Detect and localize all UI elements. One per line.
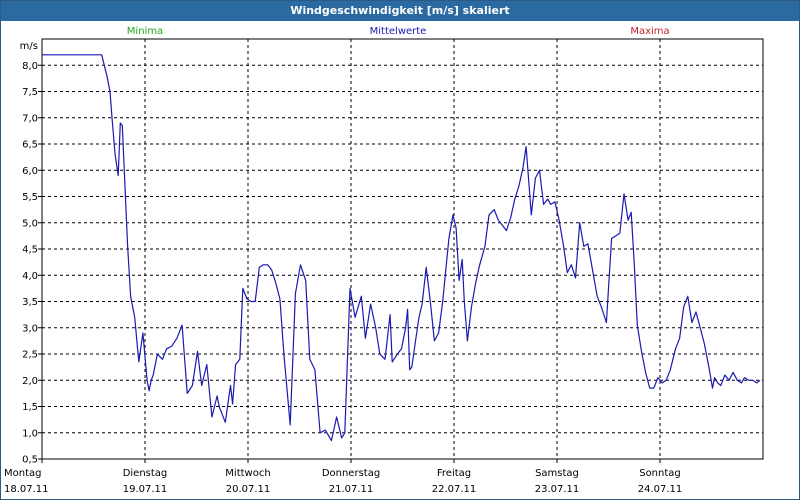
y-tick-label: 3,0 xyxy=(22,323,38,334)
y-axis-unit-label: m/s xyxy=(20,41,38,52)
x-date-label: 19.07.11 xyxy=(123,484,168,495)
y-tick-label: 2,5 xyxy=(22,350,38,361)
y-tick-label: 7,0 xyxy=(22,113,38,124)
x-date-label: 21.07.11 xyxy=(329,484,374,495)
x-day-label: Sonntag xyxy=(639,468,681,479)
x-axis-labels: Montag 18.07.11 Dienstag 19.07.11 Mittwoch 20… xyxy=(4,459,682,495)
grid xyxy=(42,39,763,459)
x-date-label: 24.07.11 xyxy=(638,484,683,495)
y-tick-label: 0,5 xyxy=(22,455,38,466)
x-date-label: 22.07.11 xyxy=(432,484,477,495)
y-tick-label: 5,0 xyxy=(22,218,38,229)
series-layer xyxy=(42,54,761,442)
wind-speed-chart: Minima Mittelwerte Maxima m/s 0,5 1,0 1,5 2… xyxy=(4,26,764,495)
y-axis-ticks: 0,5 1,0 1,5 2,0 2,5 3,0 3,5 4,0 4,5 5,0 5,5 6,0 6,5 7… xyxy=(22,61,42,466)
x-date-label: 23.07.11 xyxy=(535,484,580,495)
y-tick-label: 6,5 xyxy=(22,140,38,151)
y-tick-label: 1,0 xyxy=(22,428,38,439)
y-tick-label: 4,0 xyxy=(22,271,38,282)
legend-maxima[interactable]: Maxima xyxy=(630,26,669,37)
x-day-label: Donnerstag xyxy=(322,468,380,479)
series-line-mittelwerte xyxy=(42,54,761,442)
x-date-label: 18.07.11 xyxy=(4,484,49,495)
y-tick-label: 6,0 xyxy=(22,166,38,177)
y-tick-label: 2,0 xyxy=(22,376,38,387)
legend-mittelwerte[interactable]: Mittelwerte xyxy=(370,26,427,37)
legend-minima[interactable]: Minima xyxy=(127,26,163,37)
x-day-label: Samstag xyxy=(535,468,579,479)
y-tick-label: 5,5 xyxy=(22,192,38,203)
y-tick-label: 8,0 xyxy=(22,61,38,72)
x-day-label: Montag xyxy=(4,468,41,479)
y-tick-label: 3,5 xyxy=(22,297,38,308)
y-tick-label: 1,5 xyxy=(22,402,38,413)
y-tick-label: 4,5 xyxy=(22,245,38,256)
y-tick-label: 7,5 xyxy=(22,87,38,98)
x-day-label: Dienstag xyxy=(123,468,168,479)
x-day-label: Mittwoch xyxy=(225,468,270,479)
x-day-label: Freitag xyxy=(437,468,471,479)
x-date-label: 20.07.11 xyxy=(226,484,271,495)
